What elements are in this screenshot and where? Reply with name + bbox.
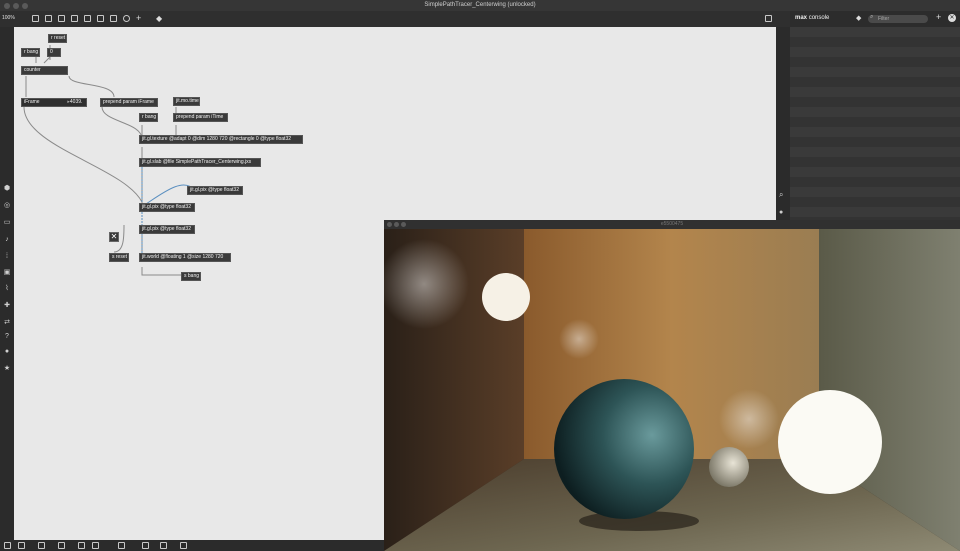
jit-gl-pix-object-2[interactable]: jit.gl.pix @type float32 (139, 203, 195, 212)
jit-gl-pix-object-3[interactable]: jit.gl.pix @type float32 (139, 225, 195, 234)
filter-input[interactable]: Filter (868, 15, 928, 23)
zoom-level[interactable]: 100% (2, 15, 15, 21)
select-icon[interactable] (18, 542, 25, 549)
help-icon[interactable]: ? (3, 333, 11, 341)
layers-icon[interactable] (58, 542, 65, 549)
prepend-iframe-object[interactable]: prepend param iFrame (100, 98, 158, 107)
sidebar-toggle-icon[interactable] (765, 15, 772, 22)
star-icon[interactable]: ★ (3, 365, 11, 373)
presentation-mode-icon[interactable] (38, 542, 45, 549)
r-bang-object[interactable]: r bang (21, 48, 40, 57)
window-title: SimplePathTracer_Centerwing (unlocked) (424, 2, 536, 8)
library-icon[interactable] (160, 542, 167, 549)
jit-mo-time-object[interactable]: jit.mo.time (173, 97, 200, 106)
clear-console-icon[interactable]: ✕ (948, 14, 956, 22)
image-icon[interactable]: ▣ (3, 269, 11, 277)
lock-icon[interactable] (4, 542, 11, 549)
list-icon[interactable] (180, 542, 187, 549)
snap-icon[interactable] (118, 542, 125, 549)
debug-icon[interactable] (78, 542, 85, 549)
close-x-button[interactable]: ✕ (109, 232, 119, 242)
presentation-icon[interactable] (32, 15, 39, 22)
render-window-title: e5500475 (660, 221, 684, 227)
bottom-toolbar (0, 540, 384, 551)
paperclip-icon[interactable]: ⌇ (3, 285, 11, 293)
title-bar: SimplePathTracer_Centerwing (unlocked) (0, 0, 960, 11)
number-box[interactable]: 0 (47, 48, 61, 57)
s-reset-object[interactable]: s reset (109, 253, 129, 262)
swap-icon[interactable]: ⇄ (3, 319, 11, 327)
path-traced-render (384, 229, 960, 551)
inlet-icon[interactable] (97, 15, 104, 22)
comment-icon[interactable] (58, 15, 65, 22)
max-console: max console ◆ Filter ⌕ + ✕ (790, 11, 960, 220)
render-window-titlebar: e5500475 (384, 220, 960, 229)
add-console-icon[interactable]: + (936, 12, 941, 22)
object-icon[interactable] (45, 15, 52, 22)
music-note-icon[interactable]: ♪ (3, 236, 11, 244)
paint-bucket-icon[interactable]: ◆ (156, 14, 162, 23)
dial-icon[interactable] (123, 15, 130, 22)
render-window[interactable]: e5500475 (384, 220, 960, 551)
r-reset-object[interactable]: r reset (48, 34, 67, 43)
console-rows (790, 27, 960, 220)
target-icon[interactable]: ◎ (3, 202, 11, 210)
button-icon[interactable] (84, 15, 91, 22)
brackets-icon[interactable]: ⁞ (3, 253, 11, 261)
wrench-icon[interactable] (142, 542, 149, 549)
iframe-value: 4039. (69, 99, 83, 105)
console-title: max console (795, 15, 830, 21)
info-icon[interactable]: ● (3, 348, 11, 356)
counter-object[interactable]: counter (21, 66, 68, 75)
jit-world-object[interactable]: jit.world @floating 1 @size 1280 720 (139, 253, 231, 262)
jit-gl-pix-object-1[interactable]: jit.gl.pix @type float32 (187, 186, 243, 195)
iframe-label: iFrame (24, 99, 40, 105)
console-header: max console ◆ Filter ⌕ + ✕ (790, 11, 960, 27)
puzzle-icon[interactable]: ✚ (3, 302, 11, 310)
grid-icon[interactable] (92, 542, 99, 549)
prepend-itime-object[interactable]: prepend param iTime (173, 113, 228, 122)
s-bang-object[interactable]: s bang (181, 272, 201, 281)
layout-icon[interactable]: ▭ (3, 219, 11, 227)
search-icon[interactable]: ⌕ (779, 190, 783, 200)
left-palette: ⬢ ◎ ▭ ♪ ⁞ ▣ ⌇ ✚ ⇄ ? ● ★ (0, 27, 14, 540)
add-icon[interactable]: + (136, 13, 141, 23)
diamond-icon[interactable]: ◆ (856, 14, 861, 22)
info-icon-right[interactable]: ● (779, 209, 783, 216)
iframe-number[interactable]: iFrame ▸4039. (21, 98, 87, 107)
package-icon[interactable]: ⬢ (3, 185, 11, 193)
toggle-icon[interactable] (71, 15, 78, 22)
jit-gl-slab-object[interactable]: jit.gl.slab @file SimplePathTracer_Cente… (139, 158, 261, 167)
jit-gl-texture-object[interactable]: jit.gl.texture @adapt 0 @dim 1280 720 @r… (139, 135, 303, 144)
filter-search-icon: ⌕ (870, 14, 874, 20)
r-bang-object-2[interactable]: r bang (139, 113, 158, 122)
screen-icon[interactable] (110, 15, 117, 22)
